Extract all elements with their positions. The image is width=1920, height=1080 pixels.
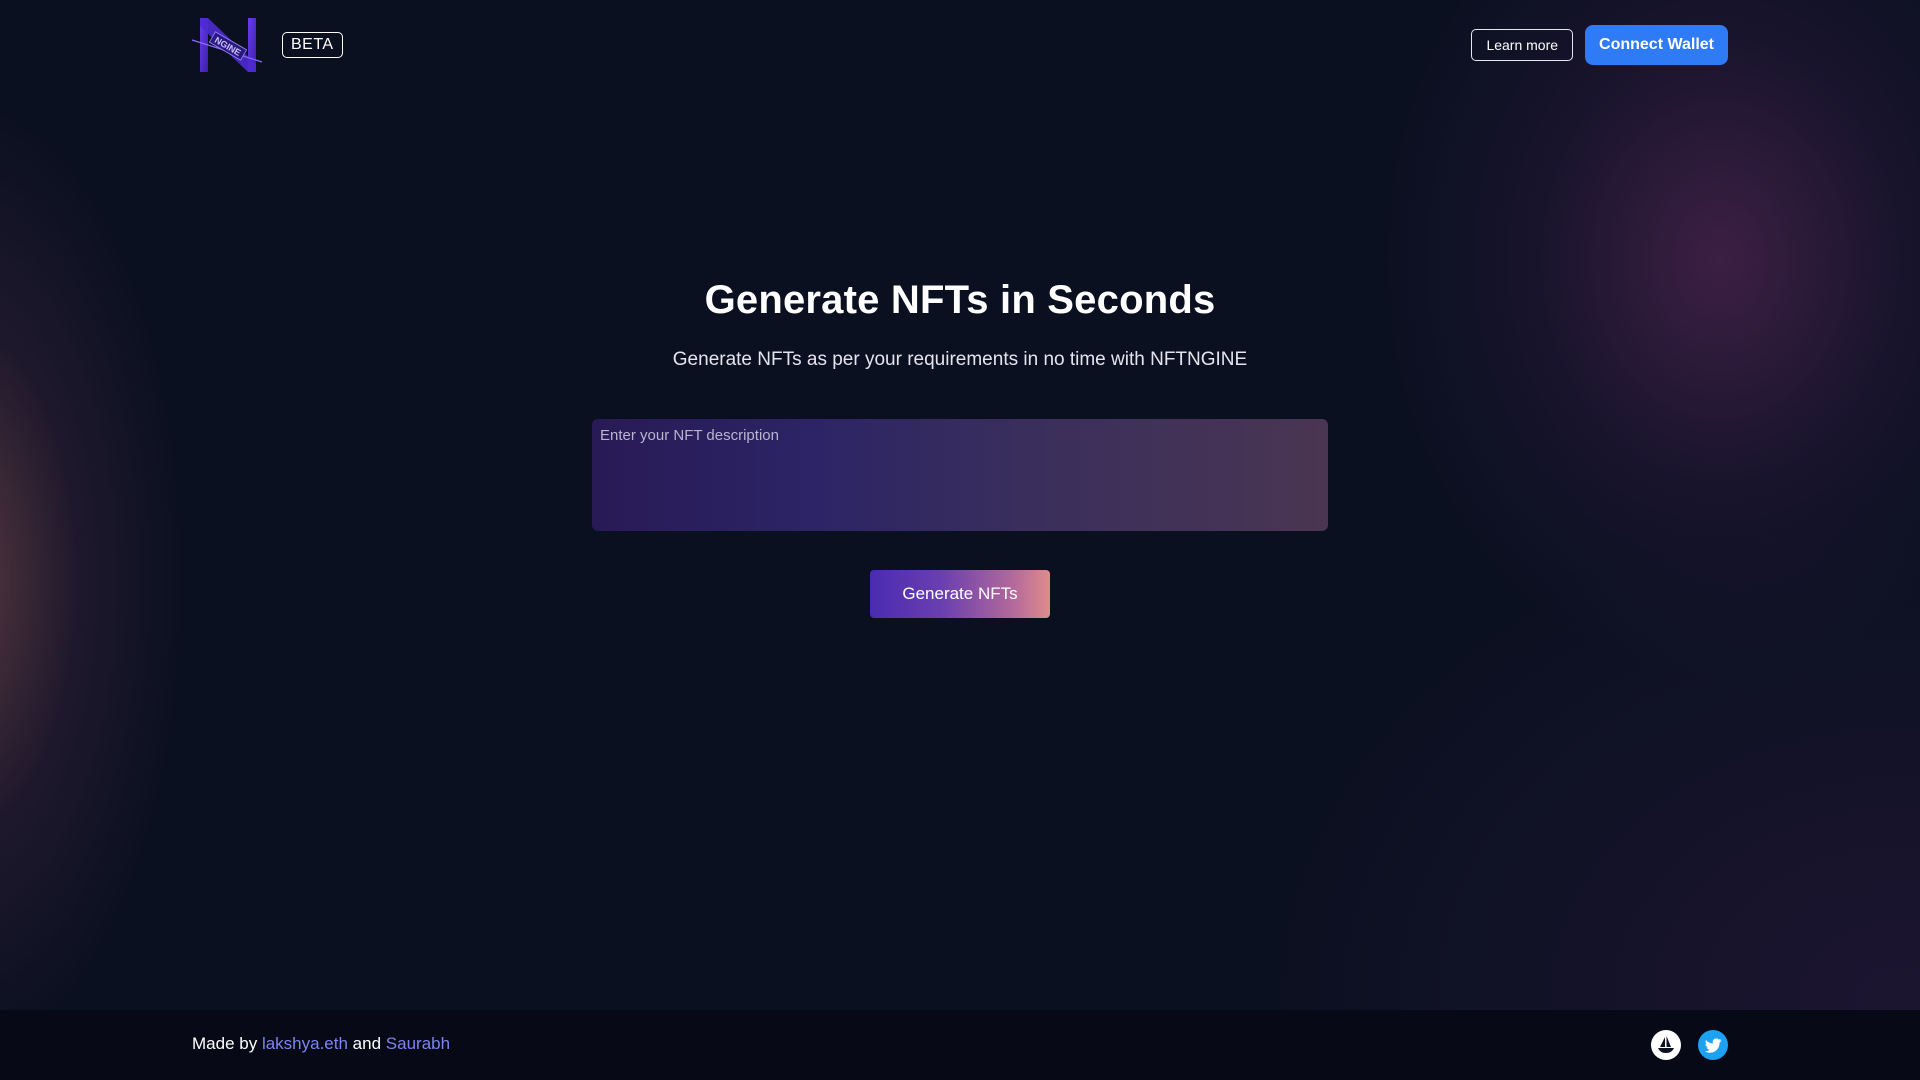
- learn-more-button[interactable]: Learn more: [1471, 29, 1574, 61]
- footer-credits: Made by lakshya.eth and Saurabh: [192, 1034, 450, 1054]
- nft-description-input[interactable]: [592, 419, 1328, 531]
- author-link-saurabh[interactable]: Saurabh: [386, 1034, 450, 1053]
- page: NGINE BETA Learn more Connect Wallet Gen…: [0, 0, 1920, 1080]
- connect-wallet-button[interactable]: Connect Wallet: [1585, 25, 1728, 65]
- twitter-icon[interactable]: [1698, 1030, 1728, 1060]
- nftngine-logo-icon[interactable]: NGINE: [190, 14, 266, 76]
- opensea-glyph-icon: [1658, 1036, 1674, 1053]
- footer: Made by lakshya.eth and Saurabh: [0, 1010, 1920, 1080]
- header-actions: Learn more Connect Wallet: [1471, 25, 1728, 65]
- page-title: Generate NFTs in Seconds: [704, 278, 1216, 322]
- header: NGINE BETA Learn more Connect Wallet: [190, 14, 1728, 76]
- author-link-lakshya[interactable]: lakshya.eth: [262, 1034, 348, 1053]
- social-links: [1651, 1030, 1728, 1060]
- brand: NGINE BETA: [190, 14, 343, 76]
- hero: Generate NFTs in Seconds Generate NFTs a…: [0, 278, 1920, 371]
- twitter-bird-icon: [1704, 1038, 1722, 1053]
- opensea-icon[interactable]: [1651, 1030, 1681, 1060]
- beta-badge: BETA: [282, 32, 343, 58]
- generate-nfts-button[interactable]: Generate NFTs: [870, 570, 1050, 618]
- page-subtitle: Generate NFTs as per your requirements i…: [672, 349, 1248, 370]
- and-label: and: [352, 1034, 382, 1053]
- made-by-label: Made by: [192, 1034, 258, 1053]
